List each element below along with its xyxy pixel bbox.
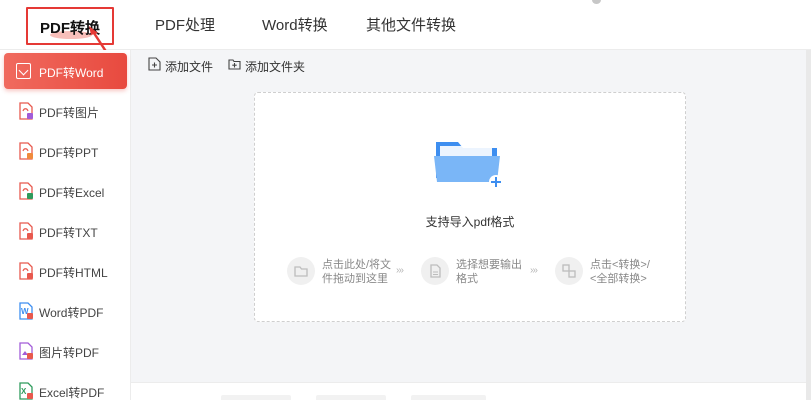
tab-other-convert[interactable]: 其他文件转换 [366, 14, 456, 35]
file-drop-zone[interactable] [254, 92, 686, 322]
step-2-text: 选择想要输出 格式 [456, 258, 522, 286]
add-file-label: 添加文件 [165, 60, 214, 74]
tab-label: PDF转换 [40, 20, 101, 37]
tab-pdf-process[interactable]: PDF处理 [155, 14, 215, 35]
bottom-control[interactable] [221, 395, 291, 400]
step-folder-icon [287, 257, 315, 285]
sidebar: PDF转Word PDF转图片 PDF转PPT PDF转Excel PDF转TX… [0, 50, 131, 400]
step-2-line2: 格式 [456, 273, 478, 285]
scrollbar[interactable] [806, 50, 811, 400]
step-document-icon [421, 257, 449, 285]
bottom-control[interactable] [411, 395, 486, 400]
bottom-action-bar [131, 382, 811, 400]
step-separator: ››› [530, 265, 538, 276]
tab-pdf-convert[interactable]: PDF转换 [26, 7, 114, 45]
step-3-line1: 点击<转换>/ [590, 259, 650, 271]
step-3-line2: <全部转换> [590, 273, 647, 285]
pdf-to-image-icon [19, 102, 33, 120]
pdf-to-excel-icon [19, 182, 33, 200]
sidebar-item-label: PDF转Excel [39, 186, 105, 200]
excel-to-pdf-icon: X [19, 382, 33, 400]
sidebar-item-image-to-pdf[interactable]: 图片转PDF [4, 333, 127, 369]
window-control-dot[interactable] [592, 0, 601, 4]
pdf-to-ppt-icon [19, 142, 33, 160]
svg-text:X: X [21, 387, 27, 396]
sidebar-item-label: Excel转PDF [39, 386, 105, 400]
sidebar-item-label: PDF转Word [39, 66, 104, 80]
step-2-line1: 选择想要输出 [456, 259, 522, 271]
sidebar-item-label: 图片转PDF [39, 346, 100, 360]
sidebar-item-label: Word转PDF [39, 306, 104, 320]
support-format-text: 支持导入pdf格式 [425, 215, 515, 229]
pdf-to-html-icon [19, 262, 33, 280]
word-to-pdf-icon: W [19, 302, 33, 320]
sidebar-item-pdf-to-excel[interactable]: PDF转Excel [4, 173, 127, 209]
add-folder-button[interactable]: 添加文件夹 [228, 56, 308, 74]
pdf-to-txt-icon [19, 222, 33, 240]
add-folder-label: 添加文件夹 [245, 60, 306, 74]
sidebar-item-pdf-to-image[interactable]: PDF转图片 [4, 93, 127, 129]
bottom-control[interactable] [316, 395, 386, 400]
sidebar-item-word-to-pdf[interactable]: W Word转PDF [4, 293, 127, 329]
step-1-line2: 件拖动到这里 [322, 273, 388, 285]
step-convert-icon [555, 257, 583, 285]
top-tab-bar: PDF转换 PDF处理 Word转换 其他文件转换 [0, 0, 811, 50]
tab-word-convert[interactable]: Word转换 [262, 14, 328, 35]
step-1-line1: 点击此处/将文 [322, 259, 392, 271]
sidebar-item-label: PDF转HTML [39, 266, 108, 280]
step-3-text: 点击<转换>/ <全部转换> [590, 258, 650, 286]
sidebar-item-pdf-to-word[interactable]: PDF转Word [4, 53, 127, 89]
sidebar-item-label: PDF转TXT [39, 226, 98, 240]
sidebar-item-excel-to-pdf[interactable]: X Excel转PDF [4, 373, 127, 400]
add-folder-icon [228, 59, 241, 70]
sidebar-item-pdf-to-ppt[interactable]: PDF转PPT [4, 133, 127, 169]
step-1-text: 点击此处/将文 件拖动到这里 [322, 258, 391, 286]
sidebar-item-pdf-to-txt[interactable]: PDF转TXT [4, 213, 127, 249]
step-separator: ››› [396, 265, 404, 276]
pdf-to-word-icon [16, 63, 31, 79]
add-file-button[interactable]: 添加文件 [148, 56, 218, 74]
image-to-pdf-icon [19, 342, 33, 360]
sidebar-item-label: PDF转图片 [39, 106, 100, 120]
sidebar-item-pdf-to-html[interactable]: PDF转HTML [4, 253, 127, 289]
add-file-icon [148, 57, 161, 71]
folder-add-icon [434, 142, 503, 189]
sidebar-item-label: PDF转PPT [39, 146, 99, 160]
